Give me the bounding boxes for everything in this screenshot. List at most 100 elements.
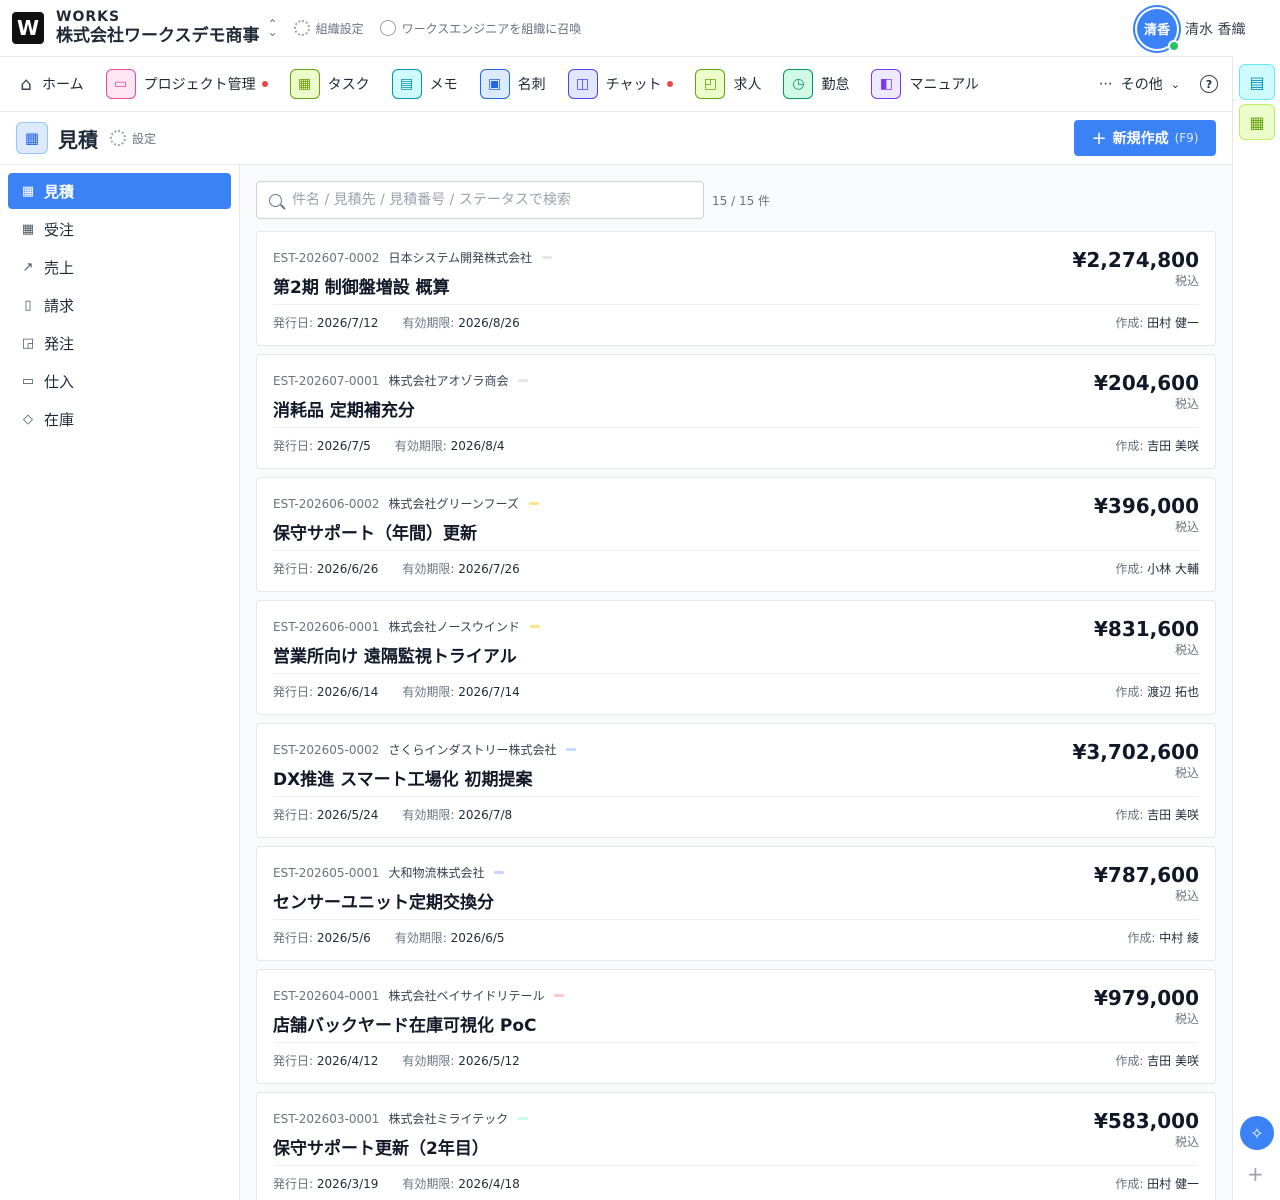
search-box[interactable] [256, 181, 704, 219]
invite-engineer-link[interactable]: ワークスエンジニアを組織に召喚 [379, 20, 581, 37]
nav-home[interactable]: ⌂ ホーム [16, 69, 83, 99]
nav-item-3[interactable]: ▣ 名刺 [479, 69, 546, 99]
nav-item-0[interactable]: ▭ プロジェクト管理 [105, 69, 268, 99]
estimate-card[interactable]: EST-202606-0001 株式会社ノースウインド 営業所向け 遠隔監視トライア… [256, 600, 1216, 715]
works-logo[interactable]: W [12, 12, 44, 44]
estimate-number: EST-202607-0002 [273, 250, 380, 265]
org-switch-chevron-icon[interactable]: ⌃ ⌄ [268, 18, 278, 38]
estimate-card[interactable]: EST-202607-0001 株式会社アオゾラ商会 消耗品 定期補充分 ¥204,6… [256, 354, 1216, 469]
nav-item-7[interactable]: ◧ マニュアル [871, 69, 979, 99]
card-divider [273, 919, 1199, 920]
amount-value: ¥3,702,600 [1072, 740, 1199, 764]
nav-item-4[interactable]: ◫ チャット [567, 69, 674, 99]
help-icon[interactable]: ? [1200, 75, 1218, 93]
org-name[interactable]: 株式会社ワークスデモ商事 [56, 25, 260, 47]
result-count: 15 / 15 件 [712, 193, 771, 208]
sidebar-item-label: 売上 [44, 258, 75, 277]
nav-item-5[interactable]: ◰ 求人 [695, 69, 761, 99]
issued-date: 発行日: 2026/5/24 [273, 806, 378, 823]
card-header: EST-202604-0001 株式会社ベイサイドリテール [273, 987, 1199, 1004]
expiry-value: 2026/7/8 [458, 808, 513, 822]
card-footer: 発行日: 2026/7/5 有効期限: 2026/8/4 作成: 吉田 美咲 [273, 437, 1199, 454]
sidebar: ▦ 見積 ▦ 受注 ↗ 売上 ▯ 請求 ◲ 発注 ▭ 仕入 ◇ 在庫 [0, 165, 240, 1200]
nav-item-1[interactable]: ▦ タスク [289, 69, 370, 99]
clipboard-icon: ▦ [21, 221, 35, 237]
expiry-value: 2026/8/4 [450, 439, 505, 453]
nav-item-2[interactable]: ▤ メモ [391, 69, 458, 99]
amount-value: ¥979,000 [1093, 986, 1199, 1010]
page-header: ▦ 見積 設定 + 新規作成 (F9) [0, 112, 1232, 165]
ai-assistant-button[interactable]: ✧ [1240, 1116, 1274, 1150]
expiry-date: 有効期限: 2026/4/18 [402, 1175, 519, 1192]
estimate-card[interactable]: EST-202604-0001 株式会社ベイサイドリテール 店舗バックヤード在庫可視… [256, 969, 1216, 1084]
issued-label: 発行日: [273, 439, 317, 453]
status-badge [529, 625, 540, 628]
new-estimate-button[interactable]: + 新規作成 (F9) [1074, 120, 1216, 156]
sidebar-item-2[interactable]: ↗ 売上 [8, 249, 231, 285]
expiry-label: 有効期限: [394, 439, 451, 453]
card-divider [273, 1165, 1199, 1166]
expiry-value: 2026/7/14 [458, 685, 520, 699]
expiry-date: 有効期限: 2026/6/5 [395, 929, 505, 946]
estimate-number: EST-202606-0002 [273, 496, 380, 511]
avatar[interactable]: 清香 [1137, 8, 1180, 52]
sidebar-item-label: 受注 [44, 220, 75, 239]
add-icon[interactable]: + [1247, 1162, 1264, 1186]
org-settings-label: 組織設定 [315, 21, 364, 36]
sidebar-item-6[interactable]: ◇ 在庫 [8, 401, 231, 437]
page-title: 見積 [58, 127, 98, 152]
amount-value: ¥831,600 [1093, 617, 1199, 641]
rail-task-button[interactable]: ▦ [1239, 104, 1275, 140]
estimate-card[interactable]: EST-202607-0002 日本システム開発株式会社 第2期 制御盤増設 概算 ¥… [256, 231, 1216, 346]
nav-item-label: マニュアル [909, 77, 980, 93]
nav-item-label: 名刺 [517, 77, 546, 93]
user-menu[interactable]: 清香 清水 香織 [1137, 0, 1260, 57]
estimate-card[interactable]: EST-202603-0001 株式会社ミライテック 保守サポート更新（2年目） ¥5… [256, 1092, 1216, 1200]
issued-label: 発行日: [273, 808, 317, 822]
card-divider [273, 304, 1199, 305]
search-row: 15 / 15 件 [256, 181, 1216, 219]
estimate-card[interactable]: EST-202605-0002 さくらインダストリー株式会社 DX推進 スマート工場… [256, 723, 1216, 838]
clipboard-icon: ▦ [289, 69, 320, 99]
tax-label: 税込 [1174, 1012, 1199, 1026]
sidebar-item-label: 見積 [44, 182, 75, 201]
chevron-down-icon: ⌄ [1170, 77, 1180, 91]
gear-icon [110, 130, 126, 146]
sidebar-item-4[interactable]: ◲ 発注 [8, 325, 231, 361]
tax-label: 税込 [1174, 766, 1199, 780]
expiry-date: 有効期限: 2026/8/26 [402, 314, 519, 331]
nav-item-label: タスク [327, 77, 370, 93]
nav-item-label: チャット [605, 77, 662, 93]
issued-value: 2026/5/6 [316, 931, 371, 945]
page-settings-link[interactable]: 設定 [110, 130, 156, 147]
expiry-value: 2026/6/5 [450, 931, 505, 945]
sidebar-item-0[interactable]: ▦ 見積 [8, 173, 231, 209]
document-icon: ▤ [1249, 72, 1265, 92]
status-badge [518, 379, 529, 382]
nav-item-6[interactable]: ◷ 勤怠 [783, 69, 849, 99]
sidebar-item-1[interactable]: ▦ 受注 [8, 211, 231, 247]
estimate-card[interactable]: EST-202605-0001 大和物流株式会社 センサーユニット定期交換分 ¥787… [256, 846, 1216, 961]
nav-more-menu[interactable]: ⋯ その他 ⌄ [1099, 74, 1180, 94]
sidebar-item-5[interactable]: ▭ 仕入 [8, 363, 231, 399]
issued-value: 2026/7/12 [316, 316, 379, 330]
id-card-icon: ▣ [479, 69, 510, 99]
archive-icon: ▭ [21, 373, 35, 389]
amount-value: ¥2,274,800 [1072, 248, 1199, 272]
rail-memo-button[interactable]: ▤ [1239, 64, 1275, 100]
sidebar-item-3[interactable]: ▯ 請求 [8, 287, 231, 323]
card-header: EST-202607-0001 株式会社アオゾラ商会 [273, 372, 1199, 389]
author-label: 作成: [1115, 562, 1148, 576]
card-footer: 発行日: 2026/4/12 有効期限: 2026/5/12 作成: 吉田 美咲 [273, 1052, 1199, 1069]
estimate-card[interactable]: EST-202606-0002 株式会社グリーンフーズ 保守サポート（年間）更新 ¥3… [256, 477, 1216, 592]
org-settings-link[interactable]: 組織設定 [293, 20, 364, 37]
top-bar: W WORKS 株式会社ワークスデモ商事 ⌃ ⌄ 組織設定 ワークスエンジニアを組… [0, 0, 1232, 57]
issued-label: 発行日: [273, 1177, 317, 1191]
card-divider [273, 427, 1199, 428]
card-header: EST-202603-0001 株式会社ミライテック [273, 1110, 1199, 1127]
avatar-text: 清香 [1143, 23, 1170, 38]
invoice-icon: ▯ [24, 297, 32, 313]
author-label: 作成: [1115, 1054, 1148, 1068]
tax-label: 税込 [1174, 889, 1199, 903]
search-input[interactable] [292, 192, 692, 208]
